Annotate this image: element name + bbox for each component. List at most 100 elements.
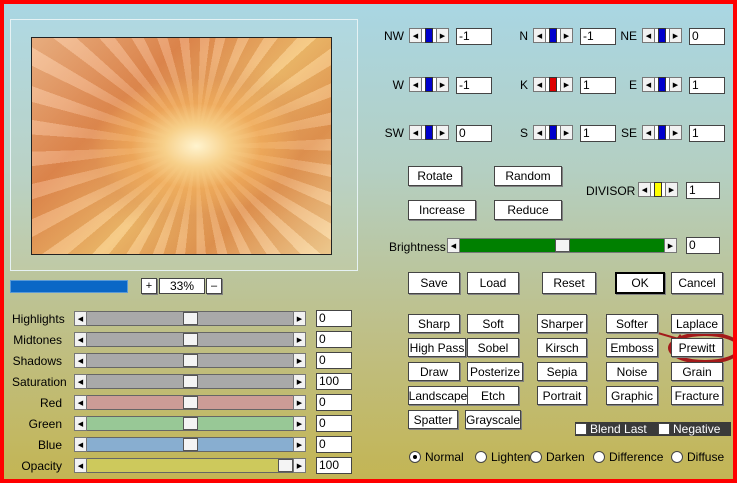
saturation-slider-track[interactable] xyxy=(87,374,293,389)
matrix-k-track[interactable] xyxy=(546,77,560,92)
matrix-k-left-arrow[interactable]: ◀ xyxy=(533,77,546,92)
midtones-slider-thumb[interactable] xyxy=(183,333,198,346)
divisor-increase-arrow[interactable]: ▶ xyxy=(665,182,678,197)
brightness-field[interactable]: 0 xyxy=(686,237,720,254)
preset-noise-button[interactable]: Noise xyxy=(606,362,658,381)
preset-emboss-button[interactable]: Emboss xyxy=(606,338,658,357)
highlights-field[interactable]: 0 xyxy=(316,310,352,327)
matrix-w-right-arrow[interactable]: ▶ xyxy=(436,77,449,92)
zoom-in-button[interactable]: + xyxy=(141,278,157,294)
midtones-right-arrow[interactable]: ▶ xyxy=(293,332,306,347)
blend-darken-radio[interactable] xyxy=(530,451,542,463)
matrix-s-field[interactable]: 1 xyxy=(580,125,616,142)
preset-draw-button[interactable]: Draw xyxy=(408,362,460,381)
preset-portrait-button[interactable]: Portrait xyxy=(537,386,587,405)
matrix-e-left-arrow[interactable]: ◀ xyxy=(642,77,655,92)
matrix-k-thumb[interactable] xyxy=(549,77,557,92)
red-field[interactable]: 0 xyxy=(316,394,352,411)
blend-last-checkbox[interactable] xyxy=(575,423,587,435)
preset-high-pass-button[interactable]: High Pass xyxy=(408,338,466,357)
matrix-s-thumb[interactable] xyxy=(549,125,557,140)
saturation-field[interactable]: 100 xyxy=(316,373,352,390)
reduce-button[interactable]: Reduce xyxy=(494,200,562,220)
matrix-se-track[interactable] xyxy=(655,125,669,140)
opacity-field[interactable]: 100 xyxy=(316,457,352,474)
saturation-right-arrow[interactable]: ▶ xyxy=(293,374,306,389)
matrix-se-field[interactable]: 1 xyxy=(689,125,725,142)
blue-right-arrow[interactable]: ▶ xyxy=(293,437,306,452)
matrix-ne-left-arrow[interactable]: ◀ xyxy=(642,28,655,43)
shadows-right-arrow[interactable]: ▶ xyxy=(293,353,306,368)
blend-lighten-radio[interactable] xyxy=(475,451,487,463)
matrix-w-thumb[interactable] xyxy=(425,77,433,92)
preset-fracture-button[interactable]: Fracture xyxy=(671,386,723,405)
divisor-decrease-arrow[interactable]: ◀ xyxy=(638,182,651,197)
matrix-s-right-arrow[interactable]: ▶ xyxy=(560,125,573,140)
divisor-track[interactable] xyxy=(651,182,665,197)
green-left-arrow[interactable]: ◀ xyxy=(74,416,87,431)
preset-softer-button[interactable]: Softer xyxy=(606,314,658,333)
negative-checkbox[interactable] xyxy=(658,423,670,435)
reset-button[interactable]: Reset xyxy=(542,272,596,294)
preset-spatter-button[interactable]: Spatter xyxy=(408,410,458,429)
matrix-k-field[interactable]: 1 xyxy=(580,77,616,94)
red-slider-track[interactable] xyxy=(87,395,293,410)
shadows-field[interactable]: 0 xyxy=(316,352,352,369)
divisor-field[interactable]: 1 xyxy=(686,182,720,199)
matrix-n-left-arrow[interactable]: ◀ xyxy=(533,28,546,43)
matrix-n-track[interactable] xyxy=(546,28,560,43)
preset-soft-button[interactable]: Soft xyxy=(467,314,519,333)
matrix-sw-right-arrow[interactable]: ▶ xyxy=(436,125,449,140)
matrix-nw-thumb[interactable] xyxy=(425,28,433,43)
red-left-arrow[interactable]: ◀ xyxy=(74,395,87,410)
matrix-e-thumb[interactable] xyxy=(658,77,666,92)
rotate-button[interactable]: Rotate xyxy=(408,166,462,186)
opacity-slider-thumb[interactable] xyxy=(278,459,293,472)
preset-kirsch-button[interactable]: Kirsch xyxy=(537,338,587,357)
matrix-sw-track[interactable] xyxy=(422,125,436,140)
matrix-nw-left-arrow[interactable]: ◀ xyxy=(409,28,422,43)
matrix-e-right-arrow[interactable]: ▶ xyxy=(669,77,682,92)
preset-grayscale-button[interactable]: Grayscale xyxy=(465,410,521,429)
matrix-nw-right-arrow[interactable]: ▶ xyxy=(436,28,449,43)
divisor-thumb[interactable] xyxy=(654,182,662,197)
matrix-e-track[interactable] xyxy=(655,77,669,92)
matrix-nw-field[interactable]: -1 xyxy=(456,28,492,45)
matrix-se-left-arrow[interactable]: ◀ xyxy=(642,125,655,140)
matrix-n-thumb[interactable] xyxy=(549,28,557,43)
blue-left-arrow[interactable]: ◀ xyxy=(74,437,87,452)
preset-sharp-button[interactable]: Sharp xyxy=(408,314,460,333)
matrix-s-left-arrow[interactable]: ◀ xyxy=(533,125,546,140)
preset-sepia-button[interactable]: Sepia xyxy=(537,362,587,381)
matrix-n-field[interactable]: -1 xyxy=(580,28,616,45)
highlights-left-arrow[interactable]: ◀ xyxy=(74,311,87,326)
shadows-slider-thumb[interactable] xyxy=(183,354,198,367)
blend-difference-radio[interactable] xyxy=(593,451,605,463)
brightness-track[interactable] xyxy=(460,238,664,253)
cancel-button[interactable]: Cancel xyxy=(671,272,723,294)
green-field[interactable]: 0 xyxy=(316,415,352,432)
green-slider-track[interactable] xyxy=(87,416,293,431)
blend-normal-radio[interactable] xyxy=(409,451,421,463)
matrix-sw-thumb[interactable] xyxy=(425,125,433,140)
matrix-ne-field[interactable]: 0 xyxy=(689,28,725,45)
matrix-s-track[interactable] xyxy=(546,125,560,140)
matrix-ne-thumb[interactable] xyxy=(658,28,666,43)
matrix-sw-left-arrow[interactable]: ◀ xyxy=(409,125,422,140)
zoom-level-field[interactable]: 33% xyxy=(159,278,205,294)
matrix-w-left-arrow[interactable]: ◀ xyxy=(409,77,422,92)
brightness-right-arrow[interactable]: ▶ xyxy=(664,238,677,253)
preset-posterize-button[interactable]: Posterize xyxy=(467,362,523,381)
opacity-left-arrow[interactable]: ◀ xyxy=(74,458,87,473)
shadows-left-arrow[interactable]: ◀ xyxy=(74,353,87,368)
matrix-se-right-arrow[interactable]: ▶ xyxy=(669,125,682,140)
saturation-left-arrow[interactable]: ◀ xyxy=(74,374,87,389)
random-button[interactable]: Random xyxy=(494,166,562,186)
matrix-nw-track[interactable] xyxy=(422,28,436,43)
load-button[interactable]: Load xyxy=(467,272,519,294)
preset-landscape-button[interactable]: Landscape xyxy=(408,386,468,405)
brightness-thumb[interactable] xyxy=(555,239,570,252)
midtones-field[interactable]: 0 xyxy=(316,331,352,348)
matrix-w-field[interactable]: -1 xyxy=(456,77,492,94)
preset-graphic-button[interactable]: Graphic xyxy=(606,386,658,405)
